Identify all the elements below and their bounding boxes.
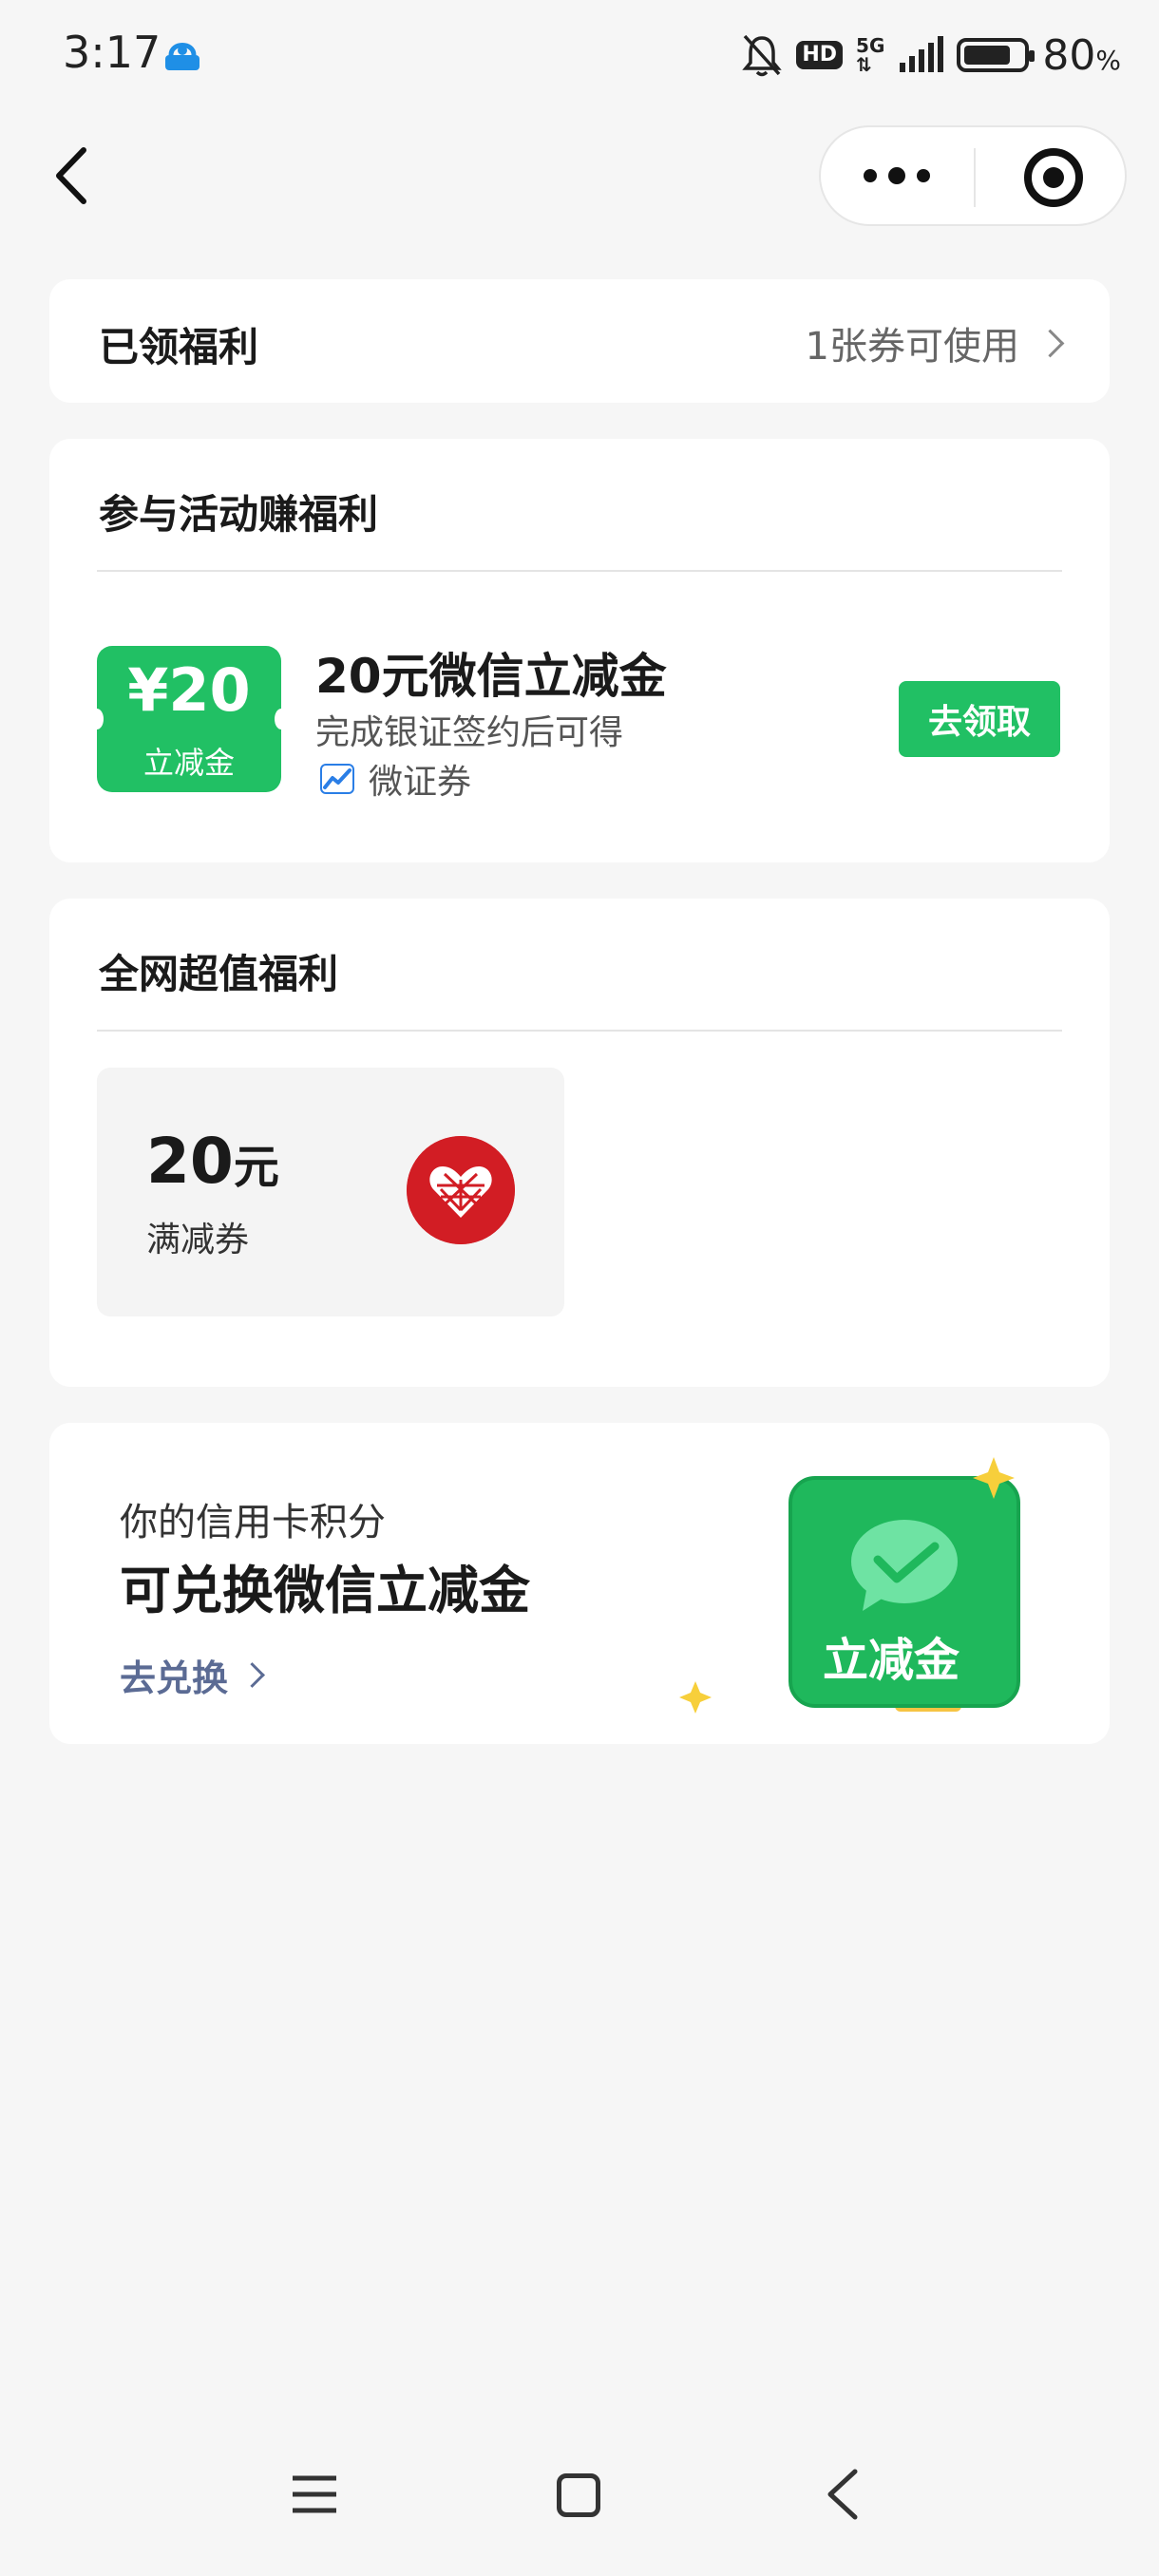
capsule-divider bbox=[974, 148, 976, 207]
miniprogram-capsule bbox=[819, 125, 1127, 226]
battery-icon bbox=[957, 38, 1036, 72]
claimed-benefits-card[interactable]: 已领福利 1张券可使用 bbox=[49, 279, 1110, 403]
coupon-badge: ¥20 立减金 bbox=[90, 646, 288, 792]
coupon-badge-label: 立减金 bbox=[142, 745, 235, 781]
hd-icon: HD bbox=[796, 41, 844, 69]
activity-card: 参与活动赚福利 ¥20 立减金 20元微信立减金 完成银证签约后可得 微证券 去… bbox=[49, 439, 1110, 862]
coupon-title: 20元微信立减金 bbox=[315, 649, 667, 704]
home-icon[interactable] bbox=[557, 2473, 600, 2517]
status-icons: HD 5G ⇅ 80% bbox=[741, 28, 1121, 82]
claimed-summary-link[interactable]: 1张券可使用 bbox=[805, 315, 1065, 370]
wei-zhengquan-icon bbox=[320, 764, 354, 794]
back-icon[interactable] bbox=[48, 142, 104, 209]
deals-title: 全网超值福利 bbox=[99, 951, 339, 997]
deals-card: 全网超值福利 20元 满减券 bbox=[49, 899, 1110, 1387]
close-miniprogram-icon[interactable] bbox=[1024, 148, 1083, 207]
redeem-link[interactable]: 去兑换 bbox=[120, 1649, 265, 1701]
battery-text: 80% bbox=[1042, 30, 1121, 80]
deal-item[interactable]: 20元 满减券 bbox=[97, 1068, 564, 1316]
promo-subtitle: 你的信用卡积分 bbox=[120, 1501, 386, 1544]
illustration-label: 立减金 bbox=[822, 1634, 960, 1687]
chevron-right-icon bbox=[239, 1662, 265, 1688]
deal-label: 满减券 bbox=[146, 1221, 250, 1260]
divider bbox=[97, 570, 1062, 572]
more-icon[interactable] bbox=[821, 127, 973, 224]
claimed-title: 已领福利 bbox=[99, 324, 259, 370]
chevron-right-icon bbox=[1036, 329, 1065, 357]
coupon-source: 微证券 bbox=[319, 754, 471, 804]
coupon-desc: 完成银证签约后可得 bbox=[315, 713, 624, 752]
coupon-badge-amount: ¥20 bbox=[127, 655, 251, 725]
deal-amount: 20元 bbox=[146, 1125, 279, 1198]
pinduoduo-logo bbox=[407, 1136, 515, 1244]
points-promo-card[interactable]: 你的信用卡积分 可兑换微信立减金 去兑换 立减金 bbox=[49, 1423, 1110, 1744]
network-label: 5G ⇅ bbox=[856, 34, 885, 76]
status-time: 3:17 bbox=[63, 27, 162, 78]
coupon-source-label: 微证券 bbox=[369, 763, 472, 802]
signal-icon bbox=[900, 36, 944, 72]
alipay-app-icon bbox=[165, 43, 200, 70]
battery-fill bbox=[964, 46, 1011, 65]
promo-title: 可兑换微信立减金 bbox=[120, 1561, 530, 1620]
divider bbox=[97, 1030, 1062, 1032]
claim-button[interactable]: 去领取 bbox=[899, 681, 1060, 757]
back-icon[interactable] bbox=[823, 2468, 864, 2521]
claimed-summary: 1张券可使用 bbox=[805, 325, 1019, 369]
activity-title: 参与活动赚福利 bbox=[99, 491, 379, 538]
menu-icon[interactable] bbox=[291, 2473, 338, 2515]
bell-muted-icon bbox=[742, 34, 783, 77]
redeem-link-label: 去兑换 bbox=[120, 1657, 229, 1699]
